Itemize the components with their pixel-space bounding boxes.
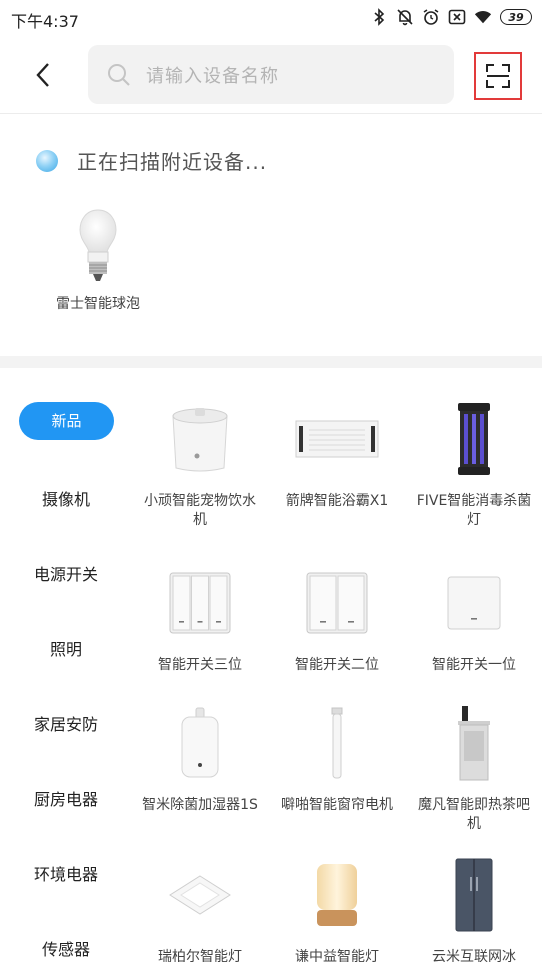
table-lamp-icon <box>269 850 405 940</box>
product-card[interactable]: 噼啪智能窗帘电机 <box>269 698 405 815</box>
status-icons: 39 <box>370 8 532 26</box>
category-sidebar: 新品 摄像机 电源开关 照明 家居安防 厨房电器 环境电器 传感器 <box>0 368 132 962</box>
product-name: 智米除菌加湿器1S <box>142 797 258 813</box>
product-card[interactable]: 智能开关一位 <box>406 558 542 675</box>
category-item-new[interactable]: 新品 <box>19 402 114 440</box>
status-time: 下午4:37 <box>11 12 79 31</box>
switch-two-icon <box>269 558 405 648</box>
bulb-image <box>48 206 148 286</box>
bath-heater-icon <box>269 394 405 484</box>
product-card[interactable]: FIVE智能消毒杀菌灯 <box>406 394 542 530</box>
scanning-indicator-icon <box>36 149 58 172</box>
wifi-icon <box>474 8 492 26</box>
scanning-status: 正在扫描附近设备... <box>36 146 267 175</box>
search-input[interactable]: 请输入设备名称 <box>88 45 454 104</box>
category-item-camera[interactable]: 摄像机 <box>0 486 132 510</box>
fridge-icon <box>406 850 542 940</box>
switch-one-icon <box>406 558 542 648</box>
nearby-section: 正在扫描附近设备... 雷士智能球泡 <box>0 114 542 356</box>
product-name: 瑞柏尔智能灯 <box>158 949 242 962</box>
chevron-left-icon <box>36 63 49 87</box>
product-card[interactable]: 智能开关二位 <box>269 558 405 675</box>
product-name: 智能开关三位 <box>158 657 242 673</box>
product-card[interactable]: 小顽智能宠物饮水机 <box>132 394 268 530</box>
mute-bell-icon <box>396 8 414 26</box>
product-card[interactable]: 箭牌智能浴霸X1 <box>269 394 405 511</box>
pet-fountain-icon <box>132 394 268 484</box>
back-button[interactable] <box>26 58 60 92</box>
uv-lamp-icon <box>406 394 542 484</box>
product-name: 小顽智能宠物饮水机 <box>144 493 256 528</box>
scanning-text: 正在扫描附近设备... <box>77 150 268 174</box>
product-name: FIVE智能消毒杀菌灯 <box>416 493 532 528</box>
category-item-sensor[interactable]: 传感器 <box>0 936 132 960</box>
category-item-kitchen[interactable]: 厨房电器 <box>0 786 132 810</box>
product-name: 箭牌智能浴霸X1 <box>285 493 389 509</box>
category-item-environment[interactable]: 环境电器 <box>0 861 132 885</box>
curtain-motor-icon <box>269 698 405 788</box>
scan-code-button[interactable] <box>474 52 522 100</box>
product-card[interactable]: 魔凡智能即热茶吧机 <box>406 698 542 834</box>
product-card[interactable]: 智米除菌加湿器1S <box>132 698 268 815</box>
ceiling-light-icon <box>132 850 268 940</box>
scan-icon <box>486 64 510 88</box>
header: 请输入设备名称 <box>0 36 542 114</box>
status-bar: 下午4:37 39 <box>0 0 542 36</box>
search-icon <box>106 62 132 88</box>
product-name: 智能开关二位 <box>295 657 379 673</box>
section-divider <box>0 356 542 368</box>
humidifier-icon <box>132 698 268 788</box>
category-item-lighting[interactable]: 照明 <box>0 636 132 660</box>
category-item-power-switch[interactable]: 电源开关 <box>0 561 132 585</box>
battery-indicator: 39 <box>500 9 532 25</box>
product-name: 云米互联网冰 <box>432 949 516 962</box>
bluetooth-icon <box>370 8 388 26</box>
product-card[interactable]: 云米互联网冰 <box>406 850 542 962</box>
nearby-device[interactable]: 雷士智能球泡 <box>48 206 148 313</box>
search-placeholder: 请输入设备名称 <box>146 65 279 87</box>
product-name: 魔凡智能即热茶吧机 <box>418 797 530 832</box>
product-name: 智能开关一位 <box>432 657 516 673</box>
switch-three-icon <box>132 558 268 648</box>
nearby-device-name: 雷士智能球泡 <box>56 296 140 312</box>
product-card[interactable]: 谦中益智能灯 <box>269 850 405 962</box>
product-card[interactable]: 智能开关三位 <box>132 558 268 675</box>
product-card[interactable]: 瑞柏尔智能灯 <box>132 850 268 962</box>
product-grid: 小顽智能宠物饮水机 箭牌智能浴霸X1 FIVE智能消毒杀菌灯 智能开关三位 智能… <box>132 368 542 962</box>
tea-bar-icon <box>406 698 542 788</box>
product-name: 噼啪智能窗帘电机 <box>281 797 393 813</box>
product-name: 谦中益智能灯 <box>295 949 379 962</box>
alarm-icon <box>422 8 440 26</box>
category-item-home-security[interactable]: 家居安防 <box>0 711 132 735</box>
no-sim-icon <box>448 8 466 26</box>
